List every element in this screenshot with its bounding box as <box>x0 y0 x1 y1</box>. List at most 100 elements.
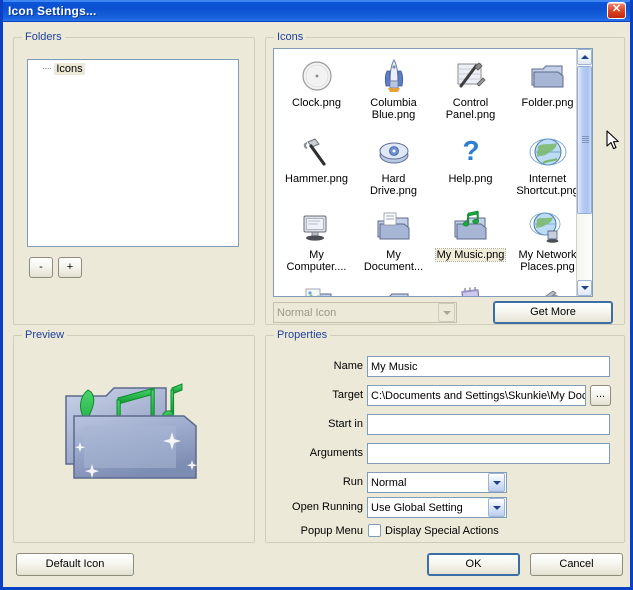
remove-folder-button[interactable]: - <box>29 257 53 278</box>
icon-item[interactable]: Control Panel.png <box>432 55 509 131</box>
remove-folder-label: - <box>39 261 43 273</box>
scroll-up-button[interactable] <box>577 49 592 65</box>
svg-text:?: ? <box>462 135 479 166</box>
icon-list-items: Clock.png Columbia Blue.png Control Pane… <box>274 49 592 296</box>
cancel-button[interactable]: Cancel <box>530 553 623 576</box>
checkbox-box-icon <box>368 524 381 537</box>
tree-connector-icon: ···· <box>42 63 52 74</box>
start-in-input[interactable] <box>367 414 610 435</box>
display-special-actions-label: Display Special Actions <box>385 524 499 537</box>
name-label: Name <box>333 360 363 372</box>
close-button[interactable]: ✕ <box>607 2 626 19</box>
icon-item-label: Columbia Blue.png <box>370 97 417 121</box>
name-input-value: My Music <box>371 360 418 373</box>
tree-item-icons[interactable]: ···· Icons <box>28 60 238 77</box>
icon-item[interactable]: My Network Places.png <box>509 207 586 283</box>
my-pictures-icon <box>298 285 336 296</box>
open-running-combo[interactable]: Use Global Setting <box>367 497 507 518</box>
icon-item[interactable]: Clock.png <box>278 55 355 131</box>
cancel-label: Cancel <box>559 558 594 570</box>
icon-item[interactable]: My Document... <box>355 207 432 283</box>
icon-item[interactable]: R <box>355 283 432 296</box>
target-label: Target <box>332 389 363 401</box>
icon-item[interactable]: Folder.png <box>509 55 586 131</box>
add-folder-button[interactable]: + <box>58 257 82 278</box>
icon-item-label: Hammer.png <box>285 173 348 185</box>
shuttle-icon <box>375 57 413 95</box>
arguments-label: Arguments <box>309 447 363 459</box>
icon-item-label: My Network Places.png <box>518 249 577 273</box>
chevron-down-icon <box>580 286 589 290</box>
run-label: Run <box>342 476 363 488</box>
properties-legend: Properties <box>274 329 331 341</box>
control-panel-icon <box>452 57 490 95</box>
preview-legend: Preview <box>22 329 68 341</box>
icon-list[interactable]: Clock.png Columbia Blue.png Control Pane… <box>273 48 593 297</box>
target-browse-button[interactable]: ... <box>590 385 611 406</box>
title-bar[interactable]: Icon Settings... ✕ <box>3 0 630 22</box>
name-input[interactable]: My Music <box>367 356 610 377</box>
arguments-input[interactable] <box>367 443 610 464</box>
icon-type-combo[interactable]: Normal Icon <box>273 302 457 323</box>
close-icon: ✕ <box>611 3 622 15</box>
get-more-button[interactable]: Get More <box>493 301 613 324</box>
printer-icon <box>529 285 567 296</box>
folders-legend: Folders <box>22 31 65 43</box>
icon-type-value: Normal Icon <box>277 306 337 319</box>
folders-tree[interactable]: ···· Icons <box>27 59 239 247</box>
icon-item-label: Internet Shortcut.png <box>516 173 579 197</box>
icon-list-scrollbar[interactable] <box>576 49 592 296</box>
hard-drive-icon <box>375 133 413 171</box>
help-icon: ? <box>452 133 490 171</box>
recycle-folder-icon: R <box>375 285 413 296</box>
run-combo-value: Normal <box>371 476 407 489</box>
display-special-actions-checkbox[interactable]: Display Special Actions <box>368 524 499 537</box>
icon-item[interactable]: Internet Shortcut.png <box>509 131 586 207</box>
scroll-down-button[interactable] <box>577 280 592 296</box>
icon-item[interactable]: My Computer.... <box>278 207 355 283</box>
my-music-icon <box>452 209 490 247</box>
popup-menu-label: Popup Menu <box>300 525 363 537</box>
window-title: Icon Settings... <box>8 3 97 18</box>
target-browse-label: ... <box>595 388 606 400</box>
run-dropdown-arrow[interactable] <box>488 473 505 492</box>
icon-item[interactable] <box>278 283 355 296</box>
chevron-up-icon <box>580 55 589 59</box>
icon-item[interactable]: ? Help.png <box>432 131 509 207</box>
add-folder-label: + <box>66 261 74 273</box>
open-running-combo-value: Use Global Setting <box>371 501 463 514</box>
default-icon-button[interactable]: Default Icon <box>16 553 134 576</box>
icon-item[interactable]: Columbia Blue.png <box>355 55 432 131</box>
open-running-dropdown-arrow[interactable] <box>488 498 505 517</box>
icon-item-label: My Computer.... <box>286 249 347 273</box>
run-combo[interactable]: Normal <box>367 472 507 493</box>
ok-label: OK <box>465 558 482 570</box>
icon-item[interactable] <box>509 283 586 296</box>
icon-item[interactable]: Hammer.png <box>278 131 355 207</box>
icon-item[interactable] <box>432 283 509 296</box>
chevron-down-icon <box>492 505 501 510</box>
icon-item-label: Help.png <box>448 173 493 185</box>
target-input[interactable]: C:\Documents and Settings\Skunkie\My Doc <box>367 385 586 406</box>
icon-item-label: Clock.png <box>292 97 341 109</box>
folder-icon <box>529 57 567 95</box>
chevron-down-icon <box>492 480 501 485</box>
folders-group: Folders ···· Icons - + <box>13 31 255 325</box>
clock-icon <box>298 57 336 95</box>
icon-item[interactable]: Hard Drive.png <box>355 131 432 207</box>
icon-item[interactable]: My Music.png <box>432 207 509 283</box>
default-icon-label: Default Icon <box>45 558 105 570</box>
get-more-label: Get More <box>530 306 576 318</box>
icon-settings-dialog: Icon Settings... ✕ Folders ···· Icons - … <box>0 0 633 590</box>
network-places-icon <box>529 209 567 247</box>
start-in-label: Start in <box>328 418 363 430</box>
scrollbar-grip-icon <box>582 136 589 144</box>
icon-type-dropdown-arrow[interactable] <box>438 303 455 322</box>
chevron-down-icon <box>442 310 451 315</box>
my-computer-icon <box>298 209 336 247</box>
icon-item-label: My Music.png <box>434 248 507 262</box>
scrollbar-thumb[interactable] <box>577 66 592 214</box>
hammer-icon <box>298 133 336 171</box>
icon-item-label: Control Panel.png <box>445 97 496 121</box>
ok-button[interactable]: OK <box>427 553 520 576</box>
